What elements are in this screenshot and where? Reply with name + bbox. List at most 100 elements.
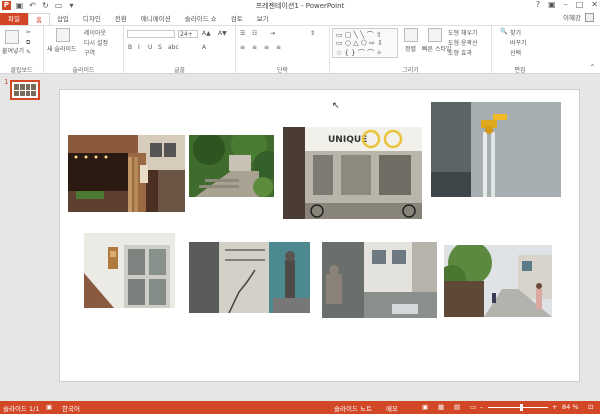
strikethrough-icon[interactable]: abc bbox=[168, 44, 179, 51]
mouse-cursor-icon: ↖ bbox=[332, 101, 340, 111]
tab-transitions[interactable]: 전환 bbox=[108, 13, 134, 25]
section-button[interactable]: 구역 bbox=[84, 48, 95, 57]
numbering-icon[interactable]: ☷ bbox=[252, 30, 257, 37]
zoom-out-icon[interactable]: – bbox=[480, 403, 483, 411]
replace-button[interactable]: 바꾸기 bbox=[510, 38, 527, 47]
shape-fill-button[interactable]: 도형 채우기 bbox=[448, 28, 478, 37]
fit-slide-icon[interactable]: ⊡ bbox=[588, 403, 593, 411]
bullets-icon[interactable]: ☰ bbox=[240, 30, 245, 37]
photo-statue-stairs[interactable] bbox=[189, 242, 310, 313]
align-center-icon[interactable]: ≡ bbox=[252, 44, 257, 51]
align-right-icon[interactable]: ≡ bbox=[264, 44, 269, 51]
avatar bbox=[585, 12, 594, 22]
paste-button[interactable]: 붙여넣기 bbox=[2, 46, 24, 55]
editing-group-label: 편집 bbox=[514, 67, 526, 74]
text-direction-icon[interactable]: ⇕ bbox=[310, 30, 315, 37]
clipboard-group-label: 클립보드 bbox=[10, 67, 33, 74]
align-left-icon[interactable]: ≡ bbox=[240, 44, 245, 51]
arrange-icon[interactable] bbox=[404, 28, 418, 42]
arrange-button[interactable]: 정렬 bbox=[405, 44, 416, 53]
zoom-in-icon[interactable]: + bbox=[552, 403, 557, 411]
ribbon: 붙여넣기 ✂ ⧉ ✎ 클립보드 새 슬라이드 레이아웃 다시 설정 구역 슬라이… bbox=[0, 25, 600, 75]
tab-view[interactable]: 보기 bbox=[250, 13, 276, 25]
window-title: 프레젠테이션1 - PowerPoint bbox=[255, 2, 345, 10]
new-slide-button[interactable]: 새 슬라이드 bbox=[47, 44, 77, 53]
zoom-level[interactable]: 84 % bbox=[562, 403, 579, 411]
tab-home[interactable]: 홈 bbox=[27, 13, 50, 25]
indent-icon[interactable]: ⇥ bbox=[270, 30, 275, 37]
paste-icon[interactable] bbox=[5, 30, 19, 44]
minimize-icon[interactable]: – bbox=[564, 0, 568, 9]
justify-icon[interactable]: ≡ bbox=[276, 44, 281, 51]
language-indicator[interactable]: 한국어 bbox=[62, 403, 80, 413]
tab-insert[interactable]: 삽입 bbox=[50, 13, 76, 25]
editing-group: 🔍 찾기 바꾸기 선택 편집 bbox=[492, 26, 548, 75]
shape-effects-button[interactable]: 도형 효과 bbox=[448, 48, 472, 57]
tab-slideshow[interactable]: 슬라이드 쇼 bbox=[178, 13, 224, 25]
font-size-dropdown[interactable]: 24+ bbox=[178, 30, 198, 38]
paragraph-group-label: 단락 bbox=[276, 67, 289, 74]
user-account[interactable]: 이혜강 bbox=[563, 12, 594, 22]
layout-button[interactable]: 레이아웃 bbox=[84, 28, 106, 37]
font-group: 24+ A▲ A▼ B I U S abc A 글꼴 bbox=[124, 26, 236, 75]
slide-thumbnail-pane: 1 bbox=[0, 75, 46, 401]
photo-alley-road[interactable] bbox=[444, 245, 552, 317]
photo-cafe-storefront[interactable] bbox=[68, 135, 185, 212]
shadow-icon[interactable]: S bbox=[158, 44, 162, 51]
bold-icon[interactable]: B bbox=[128, 44, 132, 51]
slide-thumbnail[interactable] bbox=[10, 80, 40, 100]
notes-button[interactable]: 슬라이드 노트 bbox=[334, 403, 372, 413]
tab-animations[interactable]: 애니메이션 bbox=[134, 13, 178, 25]
font-group-label: 글꼴 bbox=[173, 67, 186, 74]
slide-canvas[interactable]: UNIQUE bbox=[59, 89, 580, 382]
quick-styles-icon[interactable] bbox=[428, 28, 442, 42]
underline-icon[interactable]: U bbox=[148, 44, 152, 51]
help-icon[interactable]: ? bbox=[536, 0, 540, 9]
title-bar: P ▣ ↶ ↻ ▭ ▾ 프레젠테이션1 - PowerPoint ? ▣ – □… bbox=[0, 0, 600, 12]
photo-unique-shop[interactable]: UNIQUE bbox=[283, 127, 422, 219]
slides-group: 새 슬라이드 레이아웃 다시 설정 구역 슬라이드 bbox=[44, 26, 124, 75]
window-controls: ? ▣ – □ ✕ bbox=[536, 0, 598, 9]
zoom-slider[interactable] bbox=[488, 407, 548, 408]
slide-indicator: 슬라이드 1/1 bbox=[3, 405, 40, 413]
tab-review[interactable]: 검토 bbox=[224, 13, 250, 25]
grow-font-icon[interactable]: A▲ bbox=[202, 30, 211, 37]
maximize-icon[interactable]: □ bbox=[576, 0, 584, 9]
find-button[interactable]: 찾기 bbox=[510, 28, 521, 37]
close-icon[interactable]: ✕ bbox=[591, 0, 598, 9]
italic-icon[interactable]: I bbox=[138, 44, 140, 51]
shape-outline-button[interactable]: 도형 윤곽선 bbox=[448, 38, 478, 47]
comments-button[interactable]: 메모 bbox=[386, 403, 398, 413]
cut-icon[interactable]: ✂ bbox=[26, 29, 31, 36]
normal-view-icon[interactable]: ▣ bbox=[422, 403, 428, 411]
status-bar: 슬라이드 1/1 ▣ 한국어 슬라이드 노트 메모 ▣ ▦ ▤ ▭ – + 84… bbox=[0, 401, 600, 414]
slides-group-label: 슬라이드 bbox=[72, 67, 95, 74]
paragraph-group: ☰ ☷ ⇥ ≡ ≡ ≡ ≡ ⇕ 단락 bbox=[236, 26, 330, 75]
shapes-gallery[interactable]: ▭ ▢ ╲ ╲ ⌒ ⇧ ▭ ○ △ ⬠ ⇨ ⇩ ☆ { } ⌒ ⌒ ✧ bbox=[332, 28, 398, 58]
font-name-dropdown[interactable] bbox=[127, 30, 175, 38]
tab-file[interactable]: 파일 bbox=[0, 13, 28, 25]
spelling-icon[interactable]: ▣ bbox=[46, 403, 52, 411]
ribbon-display-icon[interactable]: ▣ bbox=[548, 0, 556, 9]
reset-button[interactable]: 다시 설정 bbox=[84, 38, 108, 47]
photo-white-door[interactable] bbox=[84, 233, 175, 308]
select-button[interactable]: 선택 bbox=[510, 48, 521, 57]
photo-yellow-faucet[interactable] bbox=[431, 102, 561, 197]
slide-sorter-icon[interactable]: ▦ bbox=[438, 403, 444, 411]
copy-icon[interactable]: ⧉ bbox=[26, 39, 30, 47]
tab-design[interactable]: 디자인 bbox=[76, 13, 108, 25]
find-icon[interactable]: 🔍 bbox=[500, 28, 507, 35]
slideshow-view-icon[interactable]: ▭ bbox=[470, 403, 476, 411]
collapse-ribbon-icon[interactable]: ^ bbox=[590, 64, 595, 71]
format-painter-icon[interactable]: ✎ bbox=[26, 49, 31, 56]
zoom-slider-thumb[interactable] bbox=[520, 404, 523, 411]
shrink-font-icon[interactable]: A▼ bbox=[218, 30, 227, 37]
reading-view-icon[interactable]: ▤ bbox=[454, 403, 460, 411]
photo-street-corner[interactable] bbox=[322, 242, 437, 318]
ribbon-tabs: 파일 홈 삽입 디자인 전환 애니메이션 슬라이드 쇼 검토 보기 bbox=[0, 12, 600, 25]
photo-garden-steps[interactable] bbox=[189, 135, 274, 197]
drawing-group-label: 그리기 bbox=[402, 67, 419, 74]
new-slide-icon[interactable] bbox=[56, 28, 70, 42]
font-color-icon[interactable]: A bbox=[202, 44, 206, 51]
clipboard-group: 붙여넣기 ✂ ⧉ ✎ 클립보드 bbox=[0, 26, 44, 75]
